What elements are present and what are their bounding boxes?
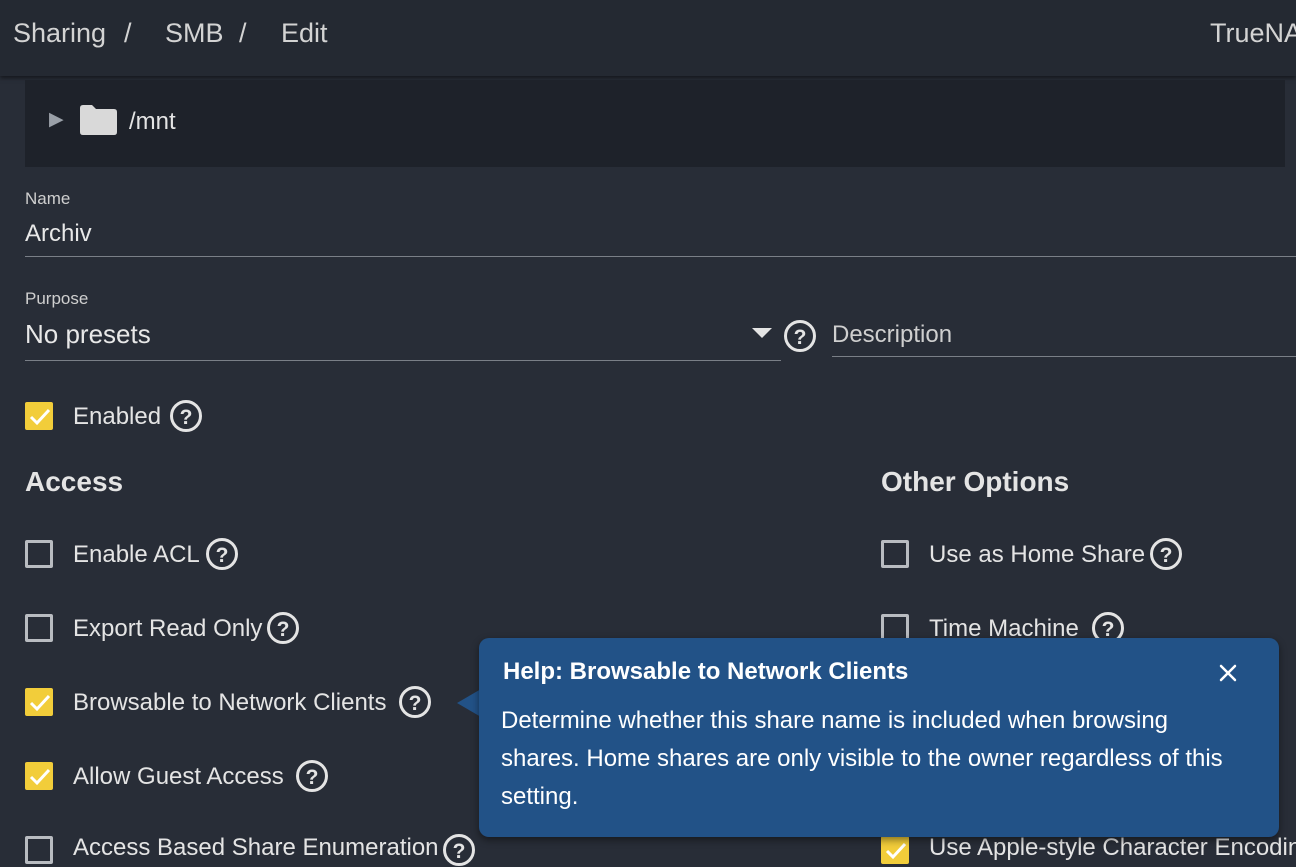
path-explorer: ▶ /mnt bbox=[25, 80, 1285, 167]
allow-guest-access-checkbox[interactable] bbox=[25, 762, 53, 790]
abse-checkbox[interactable] bbox=[25, 836, 53, 864]
tree-node-label[interactable]: /mnt bbox=[129, 108, 176, 136]
enabled-checkbox[interactable] bbox=[25, 402, 53, 430]
apple-encoding-label: Use Apple-style Character Encoding bbox=[929, 834, 1296, 861]
export-read-only-label: Export Read Only bbox=[73, 615, 263, 642]
breadcrumb-smb[interactable]: SMB bbox=[165, 18, 224, 49]
abse-label: Access Based Share Enumeration bbox=[73, 834, 439, 861]
check-icon bbox=[885, 842, 907, 860]
breadcrumb-edit: Edit bbox=[281, 18, 328, 48]
description-underline bbox=[832, 356, 1296, 357]
breadcrumb-separator: / bbox=[239, 18, 247, 48]
purpose-underline bbox=[25, 360, 781, 361]
expand-triangle-icon[interactable]: ▶ bbox=[49, 110, 64, 129]
tooltip-title: Help: Browsable to Network Clients bbox=[503, 658, 909, 685]
help-icon[interactable]: ? bbox=[398, 685, 432, 719]
purpose-label: Purpose bbox=[25, 289, 89, 308]
help-icon[interactable]: ? bbox=[1149, 537, 1183, 571]
breadcrumb-separator: / bbox=[124, 18, 132, 48]
apple-encoding-checkbox[interactable] bbox=[881, 836, 909, 864]
breadcrumb-sharing[interactable]: Sharing bbox=[13, 18, 106, 49]
enable-acl-label: Enable ACL bbox=[73, 541, 200, 568]
purpose-select[interactable]: No presets bbox=[25, 319, 151, 350]
enable-acl-checkbox[interactable] bbox=[25, 540, 53, 568]
svg-text:?: ? bbox=[216, 544, 229, 567]
help-icon[interactable]: ? bbox=[295, 759, 329, 793]
name-label: Name bbox=[25, 189, 71, 208]
folder-icon bbox=[80, 105, 117, 135]
description-input[interactable]: Description bbox=[832, 321, 952, 349]
home-share-checkbox[interactable] bbox=[881, 540, 909, 568]
other-options-section-title: Other Options bbox=[881, 466, 1070, 497]
browsable-checkbox[interactable] bbox=[25, 688, 53, 716]
help-icon[interactable]: ? bbox=[205, 537, 239, 571]
top-bar: Sharing / SMB / Edit TrueNA bbox=[0, 0, 1296, 76]
svg-text:?: ? bbox=[277, 618, 290, 641]
help-icon[interactable]: ? bbox=[442, 833, 476, 867]
check-icon bbox=[29, 768, 51, 786]
access-section-title: Access bbox=[25, 466, 124, 497]
brand-name: TrueNA bbox=[1210, 18, 1296, 48]
svg-text:?: ? bbox=[794, 326, 807, 349]
svg-text:?: ? bbox=[180, 406, 193, 429]
check-icon bbox=[29, 408, 51, 426]
svg-text:?: ? bbox=[306, 766, 319, 789]
allow-guest-access-label: Allow Guest Access bbox=[73, 763, 284, 790]
svg-text:?: ? bbox=[409, 692, 422, 715]
browsable-label: Browsable to Network Clients bbox=[73, 689, 387, 716]
close-icon[interactable] bbox=[1215, 660, 1241, 686]
svg-text:?: ? bbox=[1160, 544, 1173, 567]
help-icon[interactable]: ? bbox=[169, 399, 203, 433]
help-tooltip: Help: Browsable to Network Clients Deter… bbox=[479, 638, 1279, 837]
help-icon[interactable]: ? bbox=[266, 611, 300, 645]
check-icon bbox=[29, 694, 51, 712]
export-read-only-checkbox[interactable] bbox=[25, 614, 53, 642]
svg-text:?: ? bbox=[453, 840, 466, 863]
chevron-down-icon[interactable] bbox=[752, 328, 772, 338]
enabled-label: Enabled bbox=[73, 403, 162, 430]
name-underline bbox=[25, 256, 1296, 257]
tooltip-body: Determine whether this share name is inc… bbox=[501, 707, 1223, 810]
name-input[interactable]: Archiv bbox=[25, 220, 92, 248]
tooltip-pointer bbox=[457, 689, 481, 717]
help-icon[interactable]: ? bbox=[783, 319, 817, 353]
home-share-label: Use as Home Share bbox=[929, 541, 1146, 568]
